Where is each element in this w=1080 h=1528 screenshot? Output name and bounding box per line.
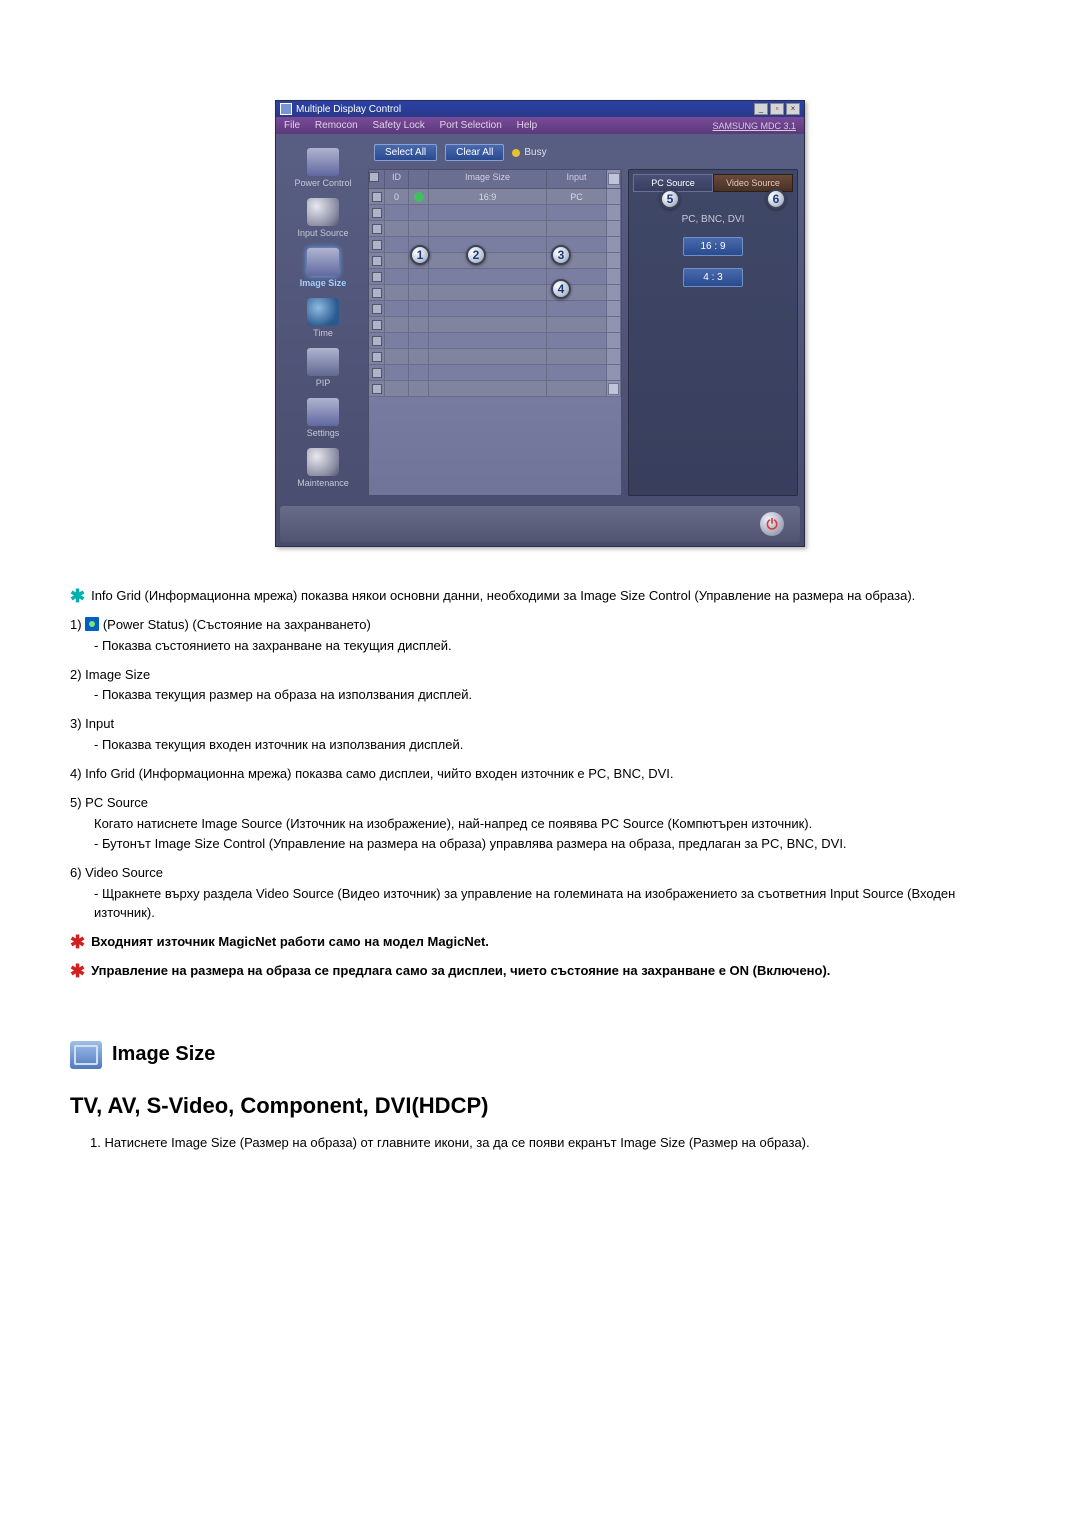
warning2: Управление на размера на образа се предл… xyxy=(91,962,830,981)
sidebar-item-input-source[interactable]: Input Source xyxy=(284,194,362,242)
table-row[interactable] xyxy=(369,349,621,365)
input-source-icon xyxy=(307,198,339,226)
clear-all-button[interactable]: Clear All xyxy=(445,144,504,161)
menu-safety-lock[interactable]: Safety Lock xyxy=(373,120,425,131)
sidebar: Power Control Input Source Image Size Ti… xyxy=(282,140,364,496)
table-row[interactable] xyxy=(369,237,621,253)
time-icon xyxy=(307,298,339,326)
sidebar-item-time[interactable]: Time xyxy=(284,294,362,342)
table-row[interactable] xyxy=(369,269,621,285)
power-control-icon xyxy=(307,148,339,176)
callout-3: 3 xyxy=(551,245,571,265)
table-row[interactable] xyxy=(369,301,621,317)
maximize-button[interactable]: ▫ xyxy=(770,103,784,115)
minimize-button[interactable]: _ xyxy=(754,103,768,115)
grid-header-image-size: Image Size xyxy=(429,170,547,189)
callout-6: 6 xyxy=(766,189,786,209)
callout-2: 2 xyxy=(466,245,486,265)
power-on-icon xyxy=(414,192,424,202)
device-types-label: PC, BNC, DVI xyxy=(682,214,745,225)
pip-icon xyxy=(307,348,339,376)
grid-header-input: Input xyxy=(547,170,607,189)
sidebar-item-power-control[interactable]: Power Control xyxy=(284,144,362,192)
warning-star-icon: ✱ xyxy=(70,933,85,952)
footer-bar: ⏻ xyxy=(280,506,800,542)
maintenance-icon xyxy=(307,448,339,476)
item4: 4) Info Grid (Информационна мрежа) показ… xyxy=(70,765,1010,784)
item5-lead: 5) PC Source xyxy=(70,794,1010,813)
select-all-button[interactable]: Select All xyxy=(374,144,437,161)
ratio-4-3-button[interactable]: 4 : 3 xyxy=(683,268,743,287)
sidebar-item-image-size[interactable]: Image Size xyxy=(284,244,362,292)
table-row[interactable] xyxy=(369,285,621,301)
sidebar-item-maintenance[interactable]: Maintenance xyxy=(284,444,362,492)
window-title: Multiple Display Control xyxy=(296,104,401,115)
item2-lead: 2) Image Size xyxy=(70,666,1010,685)
section-title: Image Size xyxy=(112,1043,215,1066)
table-row[interactable] xyxy=(369,333,621,349)
section-icon xyxy=(70,1041,102,1069)
item3-sub: - Показва текущия входен източник на изп… xyxy=(70,736,1010,755)
item1-sub: - Показва състоянието на захранване на т… xyxy=(70,637,1010,656)
item1-lead: 1) xyxy=(70,617,82,632)
grid-header-id: ID xyxy=(385,170,409,189)
tab-video-source[interactable]: Video Source xyxy=(713,174,793,192)
grid-header-power xyxy=(409,170,429,189)
menu-help[interactable]: Help xyxy=(517,120,538,131)
row-checkbox[interactable] xyxy=(372,192,382,202)
callout-4: 4 xyxy=(551,279,571,299)
subsection-heading: TV, AV, S-Video, Component, DVI(HDCP) xyxy=(70,1093,1010,1119)
table-row[interactable] xyxy=(369,381,621,397)
warning1: Входният източник MagicNet работи само н… xyxy=(91,933,489,952)
callout-5: 5 xyxy=(660,189,680,209)
menu-file[interactable]: File xyxy=(284,120,300,131)
item6-sub: - Щракнете върху раздела Video Source (В… xyxy=(70,885,1010,923)
table-row[interactable] xyxy=(369,253,621,269)
item6-lead: 6) Video Source xyxy=(70,864,1010,883)
sidebar-item-settings[interactable]: Settings xyxy=(284,394,362,442)
item3-lead: 3) Input xyxy=(70,715,1010,734)
source-panel: PC Source Video Source PC, BNC, DVI 16 :… xyxy=(628,169,798,496)
grid-header-check[interactable] xyxy=(369,170,385,189)
menu-remocon[interactable]: Remocon xyxy=(315,120,358,131)
app-icon xyxy=(280,103,292,115)
brand-label: SAMSUNG MDC 3.1 xyxy=(712,121,796,131)
item5-sub2: - Бутонът Image Size Control (Управление… xyxy=(70,835,1010,854)
titlebar: Multiple Display Control _ ▫ × xyxy=(276,101,804,117)
warning-star-icon: ✱ xyxy=(70,962,85,981)
close-button[interactable]: × xyxy=(786,103,800,115)
callout-1: 1 xyxy=(410,245,430,265)
table-row[interactable] xyxy=(369,317,621,333)
table-row[interactable] xyxy=(369,205,621,221)
image-size-icon xyxy=(307,248,339,276)
table-row[interactable]: 0 16:9 PC xyxy=(369,189,621,205)
item2-sub: - Показва текущия размер на образа на из… xyxy=(70,686,1010,705)
info-grid: ID Image Size Input 0 16:9 PC xyxy=(368,169,622,496)
busy-indicator: Busy xyxy=(512,147,546,158)
item5-sub1: Когато натиснете Image Source (Източник … xyxy=(70,815,1010,834)
power-status-icon xyxy=(85,617,99,631)
settings-icon xyxy=(307,398,339,426)
sidebar-item-pip[interactable]: PIP xyxy=(284,344,362,392)
intro-text: Info Grid (Информационна мрежа) показва … xyxy=(91,587,915,606)
step1: 1. Натиснете Image Size (Размер на образ… xyxy=(70,1133,1010,1153)
table-row[interactable] xyxy=(369,365,621,381)
scroll-down-button[interactable] xyxy=(608,383,619,395)
menubar: File Remocon Safety Lock Port Selection … xyxy=(276,117,804,134)
busy-dot-icon xyxy=(512,149,520,157)
note-star-icon: ✱ xyxy=(70,587,85,606)
scroll-up-button[interactable] xyxy=(607,170,621,189)
table-row[interactable] xyxy=(369,221,621,237)
menu-port-selection[interactable]: Port Selection xyxy=(440,120,502,131)
item1-label: (Power Status) (Състояние на захранванет… xyxy=(103,617,371,632)
ratio-16-9-button[interactable]: 16 : 9 xyxy=(683,237,743,256)
exit-button[interactable]: ⏻ xyxy=(760,512,784,536)
app-window: Multiple Display Control _ ▫ × File Remo… xyxy=(275,100,805,547)
